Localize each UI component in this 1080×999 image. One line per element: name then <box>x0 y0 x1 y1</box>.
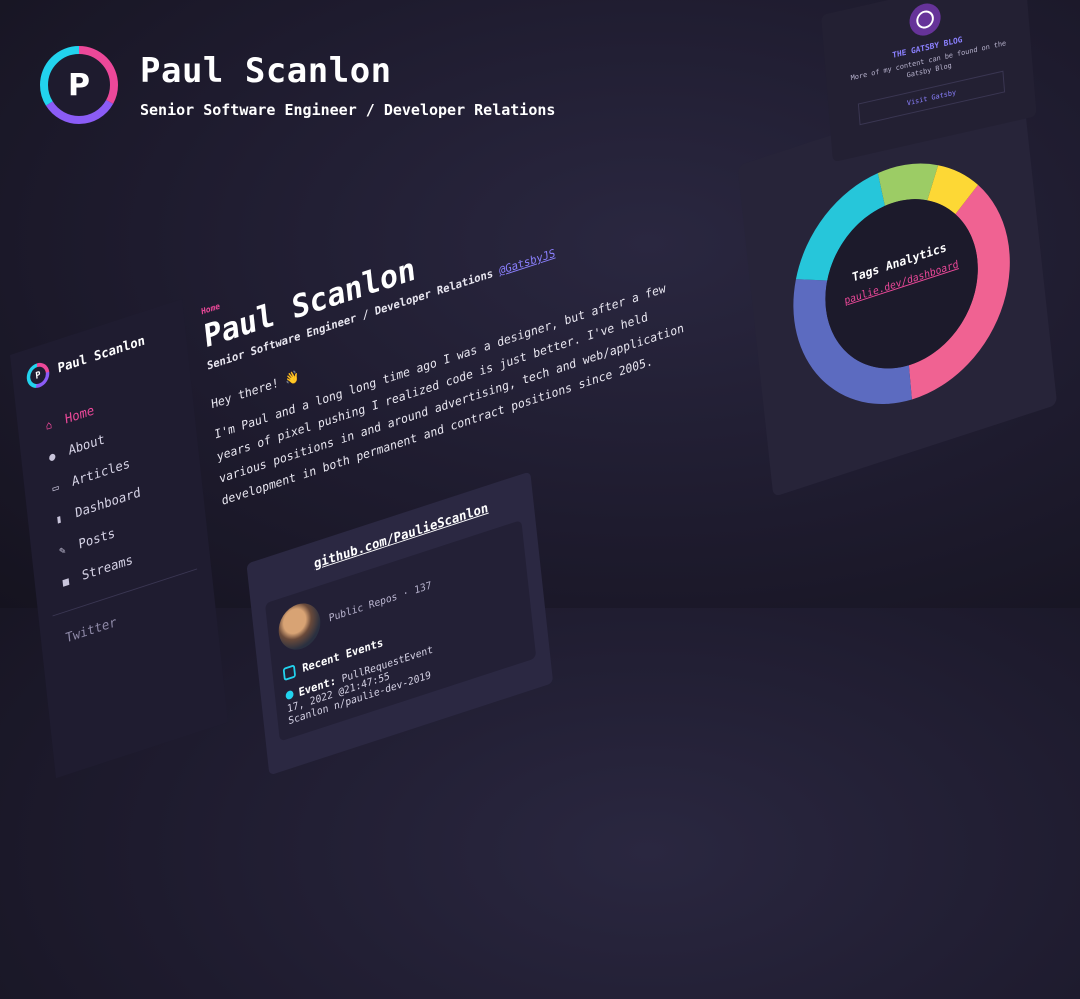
github-card: github.com/PaulieScanlon Public Repos · … <box>246 471 554 776</box>
sidebar-title[interactable]: Paul Scanlon <box>57 333 146 376</box>
site-preview: P Paul Scanlon ⌂ Home ● About ▭ Articles ▮ D… <box>10 19 1080 999</box>
sidebar-item-label: Home <box>64 403 95 428</box>
inbox-icon: ▭ <box>51 480 60 496</box>
sidebar: P Paul Scanlon ⌂ Home ● About ▭ Articles ▮ D… <box>10 299 228 779</box>
brand-name: Paul Scanlon <box>140 51 392 91</box>
activity-icon <box>282 664 297 682</box>
home-icon: ⌂ <box>44 417 53 433</box>
brand-logo: P <box>38 44 120 126</box>
sidebar-logo[interactable]: P <box>25 359 51 391</box>
avatar <box>276 597 323 656</box>
public-repos-count: Public Repos · 137 <box>328 578 433 624</box>
sidebar-item-label: Posts <box>77 525 116 553</box>
bar-chart-icon: ▮ <box>55 511 63 527</box>
gatsby-logo-icon <box>908 0 942 39</box>
main-content: Home Paul Scanlon Senior Software Engine… <box>199 137 705 514</box>
sidebar-logo-letter: P <box>29 364 47 387</box>
sidebar-item-label: About <box>67 432 106 459</box>
logo-letter: P <box>68 67 90 103</box>
user-icon: ● <box>48 449 57 464</box>
video-icon: ■ <box>61 574 70 590</box>
brand-header: P Paul Scanlon Senior Software Engineer … <box>38 44 555 126</box>
sidebar-item-label: Streams <box>81 552 134 584</box>
pencil-icon: ✎ <box>58 542 67 558</box>
brand-role: Senior Software Engineer / Developer Rel… <box>140 101 556 119</box>
event-dot <box>285 689 294 701</box>
